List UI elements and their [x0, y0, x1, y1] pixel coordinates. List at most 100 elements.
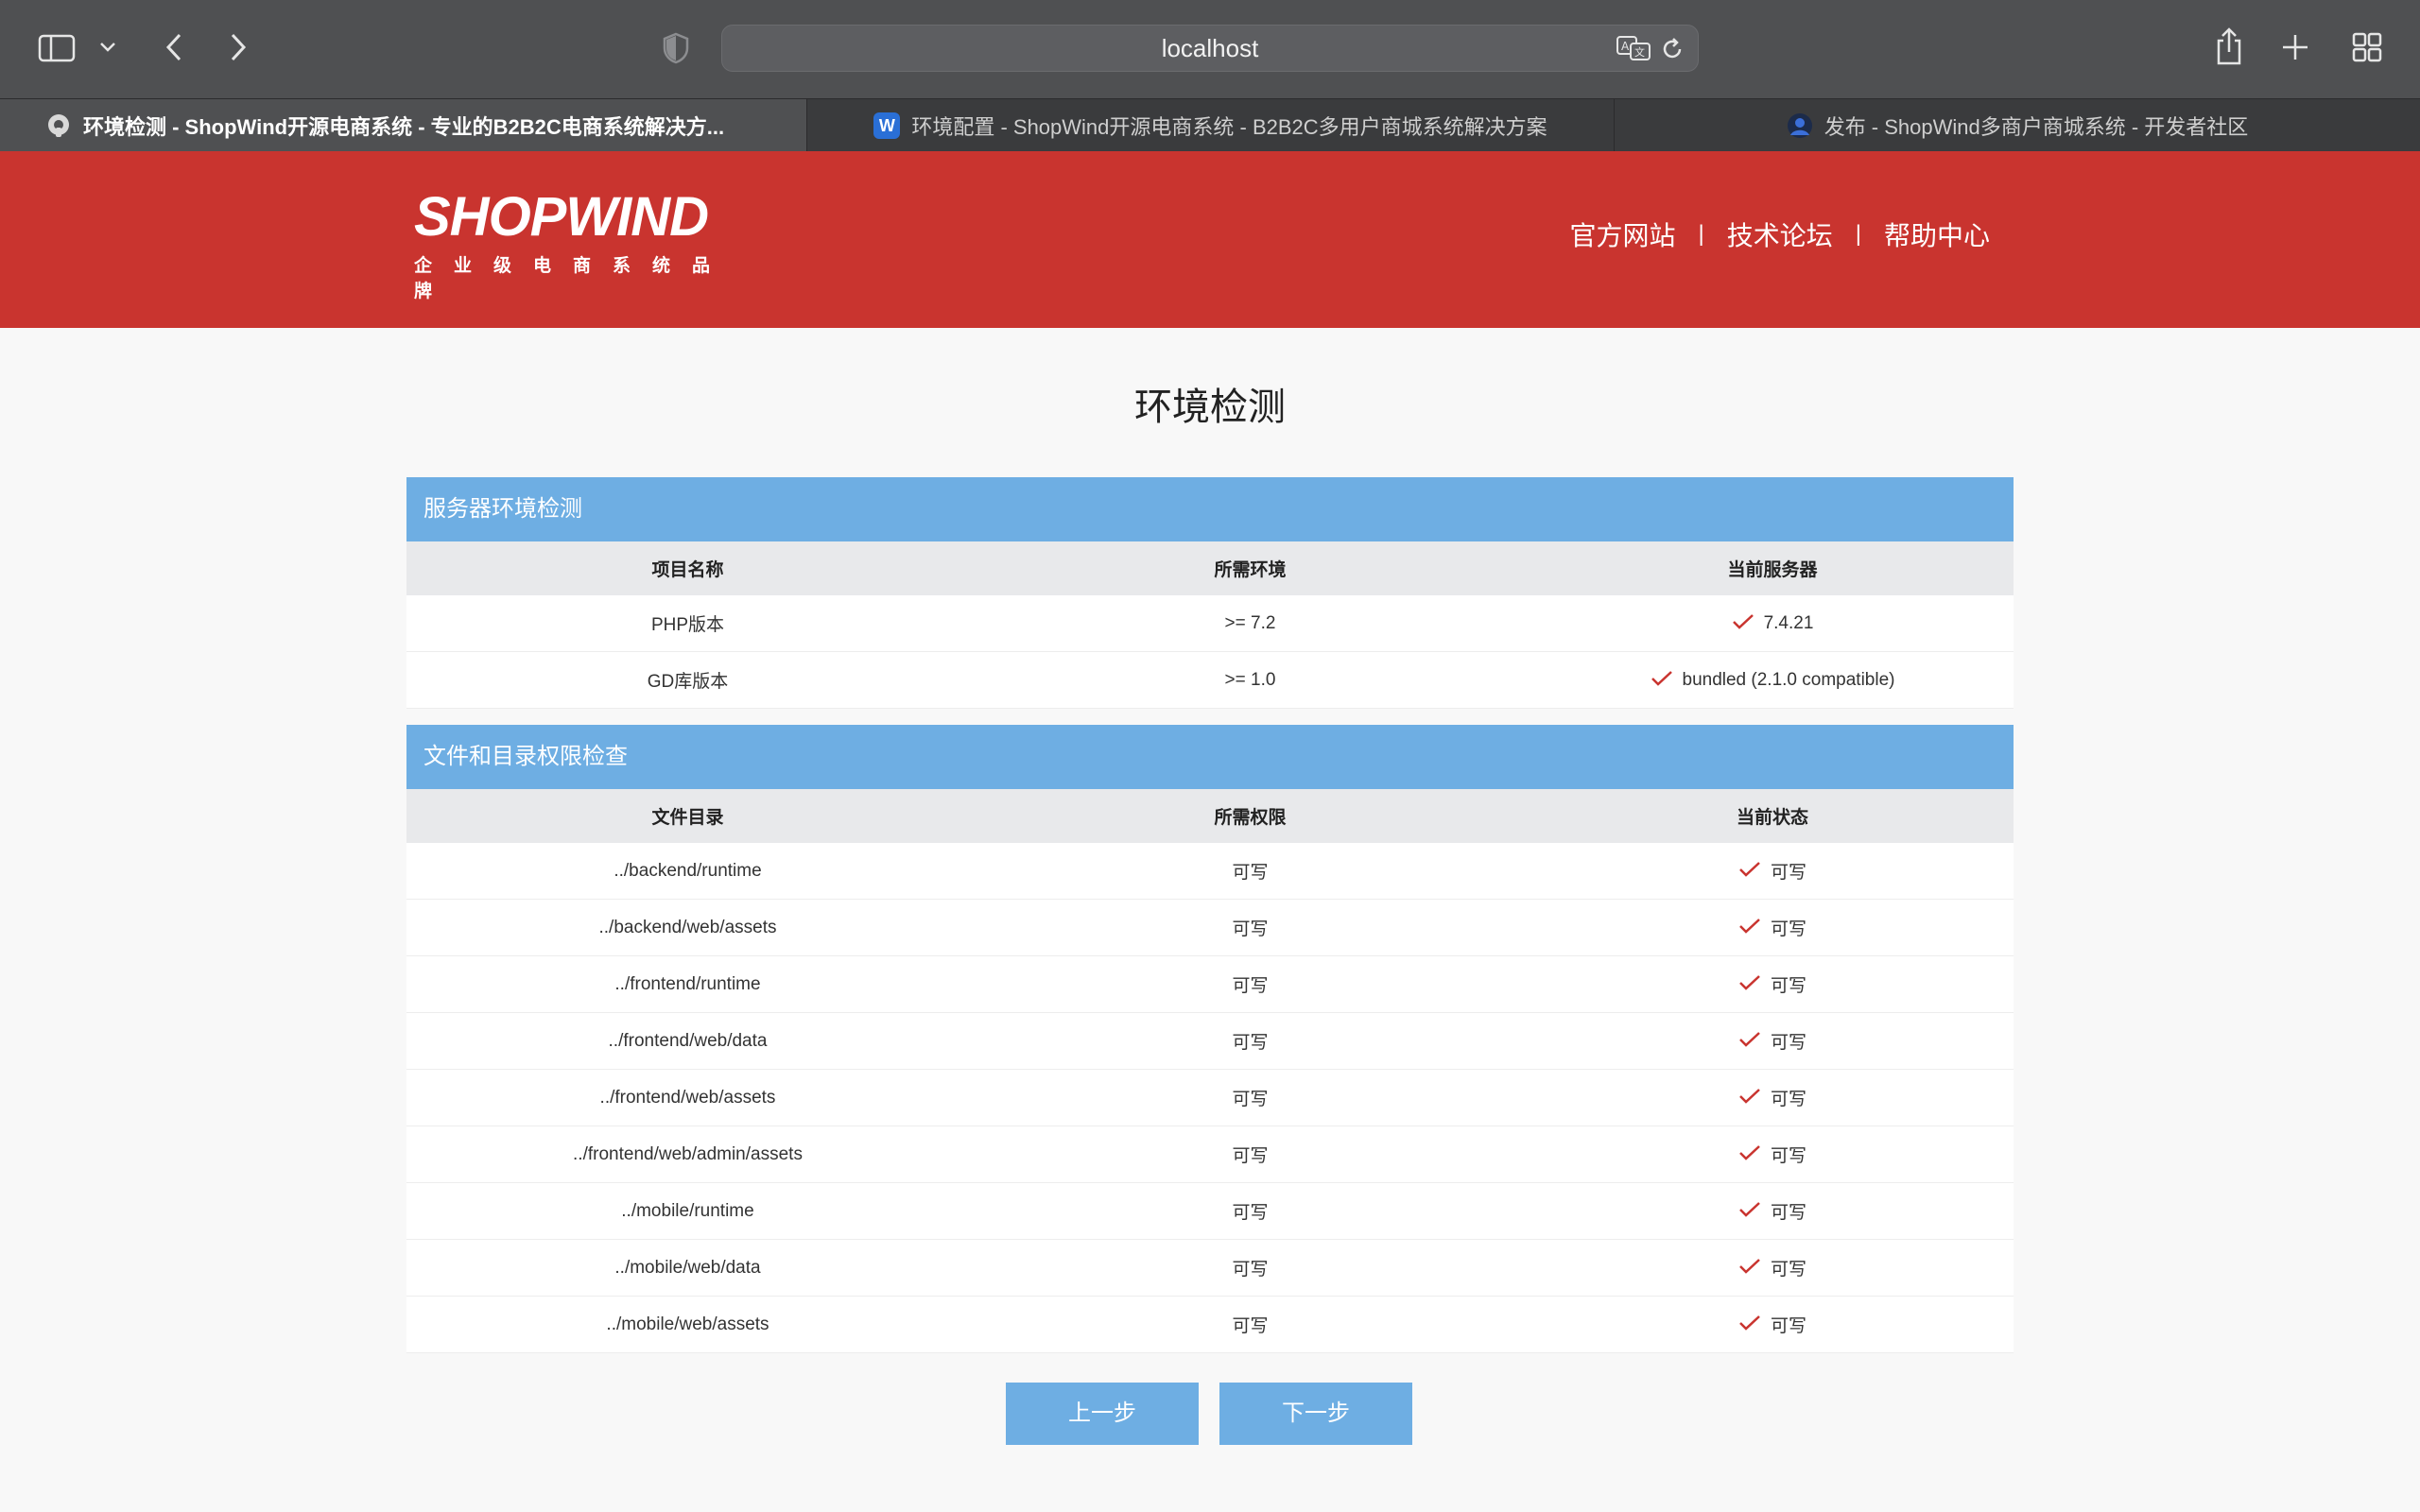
table-row: ../frontend/web/admin/assets 可写 可写 [406, 1126, 2014, 1183]
cell-status: 可写 [1531, 858, 2014, 884]
cell-required: 可写 [1232, 1033, 1269, 1053]
url-text: localhost [1161, 34, 1259, 62]
nav-official-site[interactable]: 官方网站 [1569, 215, 1675, 253]
cell-name: ../mobile/runtime [621, 1200, 754, 1221]
file-rows: ../backend/runtime 可写 可写 ../backend/web/ass… [406, 843, 2014, 1353]
checkmark-icon [1651, 669, 1673, 692]
checkmark-icon [1738, 917, 1761, 939]
cell-name: ../mobile/web/assets [606, 1314, 769, 1334]
svg-text:A: A [1621, 40, 1630, 53]
table-header: 文件目录 所需权限 当前状态 [406, 789, 2014, 843]
forward-icon[interactable] [221, 28, 255, 66]
status-text: 可写 [1770, 1033, 1806, 1053]
section-title: 文件和目录权限检查 [406, 725, 2014, 789]
table-row: ../mobile/web/assets 可写 可写 [406, 1297, 2014, 1353]
column-header: 所需环境 [1214, 560, 1287, 580]
tab-overview-icon[interactable] [2350, 30, 2384, 64]
cell-name: ../frontend/web/data [608, 1030, 768, 1051]
share-icon[interactable] [2210, 25, 2248, 68]
table-row: ../frontend/web/assets 可写 可写 [406, 1070, 2014, 1126]
cell-required: 可写 [1232, 1260, 1269, 1280]
cell-name: ../backend/runtime [614, 860, 762, 881]
cell-status: 7.4.21 [1531, 612, 2014, 635]
table-row: ../mobile/web/data 可写 可写 [406, 1240, 2014, 1297]
tab-community[interactable]: 发布 - ShopWind多商户商城系统 - 开发者社区 [1615, 99, 2420, 152]
status-text: 可写 [1770, 1146, 1806, 1166]
tab-env-check[interactable]: 环境检测 - ShopWind开源电商系统 - 专业的B2B2C电商系统解决方.… [0, 99, 807, 152]
nav-help-center[interactable]: 帮助中心 [1884, 215, 1990, 253]
svg-text:文: 文 [1634, 45, 1645, 59]
privacy-shield-icon[interactable] [660, 30, 692, 66]
cell-required: >= 1.0 [1224, 669, 1276, 690]
back-icon[interactable] [157, 28, 191, 66]
cell-status: 可写 [1531, 1028, 2014, 1054]
cell-name: ../frontend/web/admin/assets [573, 1143, 803, 1164]
w-logo-icon: W [873, 112, 901, 139]
cell-status: 可写 [1531, 1142, 2014, 1167]
new-tab-icon[interactable] [2278, 30, 2312, 64]
cell-required: 可写 [1232, 1146, 1269, 1166]
cell-status: 可写 [1531, 915, 2014, 940]
cell-required: 可写 [1232, 919, 1269, 939]
column-header: 所需权限 [1214, 808, 1287, 828]
table-row: ../backend/runtime 可写 可写 [406, 843, 2014, 900]
cell-required: 可写 [1232, 1203, 1269, 1223]
cell-required: >= 7.2 [1224, 612, 1276, 633]
checkmark-icon [1738, 860, 1761, 883]
cell-name: ../backend/web/assets [598, 917, 777, 937]
checkmark-icon [1738, 1200, 1761, 1223]
table-row: PHP版本 >= 7.2 7.4.21 [406, 595, 2014, 652]
address-bar[interactable]: localhost A文 [721, 25, 1699, 72]
logo[interactable]: SHOPWIND 企业级电商系统品牌 [414, 187, 754, 302]
checkmark-icon [1738, 973, 1761, 996]
checkmark-icon [1732, 612, 1754, 635]
chevron-down-icon[interactable] [95, 34, 121, 60]
cell-status: bundled (2.1.0 compatible) [1531, 669, 2014, 692]
prev-step-button[interactable]: 上一步 [1006, 1383, 1199, 1445]
checkmark-icon [1738, 1087, 1761, 1109]
cell-required: 可写 [1232, 863, 1269, 883]
status-text: 可写 [1770, 919, 1806, 939]
button-bar: 上一步 下一步 [0, 1383, 2420, 1445]
avatar-icon [1787, 112, 1813, 139]
tab-label: 环境检测 - ShopWind开源电商系统 - 专业的B2B2C电商系统解决方.… [83, 115, 725, 139]
logo-tagline: 企业级电商系统品牌 [414, 256, 733, 301]
column-header: 文件目录 [651, 808, 724, 828]
column-header: 当前服务器 [1727, 560, 1818, 580]
column-header: 项目名称 [651, 560, 724, 580]
tab-bar: 环境检测 - ShopWind开源电商系统 - 专业的B2B2C电商系统解决方.… [0, 98, 2420, 152]
checkmark-icon [1738, 1314, 1761, 1336]
table-row: ../mobile/runtime 可写 可写 [406, 1183, 2014, 1240]
status-text: bundled (2.1.0 compatible) [1682, 669, 1895, 690]
next-step-button[interactable]: 下一步 [1219, 1383, 1412, 1445]
cell-name: GD库版本 [647, 672, 729, 692]
cell-status: 可写 [1531, 1085, 2014, 1110]
cell-name: PHP版本 [650, 615, 725, 635]
column-header: 当前状态 [1736, 808, 1808, 828]
tab-env-config[interactable]: W 环境配置 - ShopWind开源电商系统 - B2B2C多用户商城系统解决… [807, 99, 1615, 152]
page: SHOPWIND 企业级电商系统品牌 官方网站 | 技术论坛 | 帮助中心 环境… [0, 151, 2420, 1512]
elephant-icon [45, 112, 72, 139]
cell-status: 可写 [1531, 1198, 2014, 1224]
site-header: SHOPWIND 企业级电商系统品牌 官方网站 | 技术论坛 | 帮助中心 [0, 151, 2420, 328]
nav-tech-forum[interactable]: 技术论坛 [1727, 215, 1833, 253]
checkmark-icon [1738, 1030, 1761, 1053]
cell-name: ../frontend/web/assets [599, 1087, 776, 1108]
table-row: ../frontend/web/data 可写 可写 [406, 1013, 2014, 1070]
section-title: 服务器环境检测 [406, 477, 2014, 541]
checkmark-icon [1738, 1143, 1761, 1166]
server-check-section: 服务器环境检测 项目名称 所需环境 当前服务器 PHP版本 >= 7.2 7.4.2… [406, 477, 2014, 709]
table-row: ../frontend/runtime 可写 可写 [406, 956, 2014, 1013]
status-text: 可写 [1770, 1203, 1806, 1223]
status-text: 可写 [1770, 863, 1806, 883]
cell-status: 可写 [1531, 1255, 2014, 1280]
translate-icon[interactable]: A文 [1615, 33, 1652, 63]
browser-toolbar: localhost A文 [0, 0, 2420, 98]
cell-required: 可写 [1232, 1090, 1269, 1109]
checkmark-icon [1738, 1257, 1761, 1280]
status-text: 可写 [1770, 1316, 1806, 1336]
table-header: 项目名称 所需环境 当前服务器 [406, 541, 2014, 595]
nav-separator: | [1698, 221, 1704, 247]
sidebar-toggle-icon[interactable] [36, 30, 78, 66]
reload-icon[interactable] [1658, 35, 1686, 63]
